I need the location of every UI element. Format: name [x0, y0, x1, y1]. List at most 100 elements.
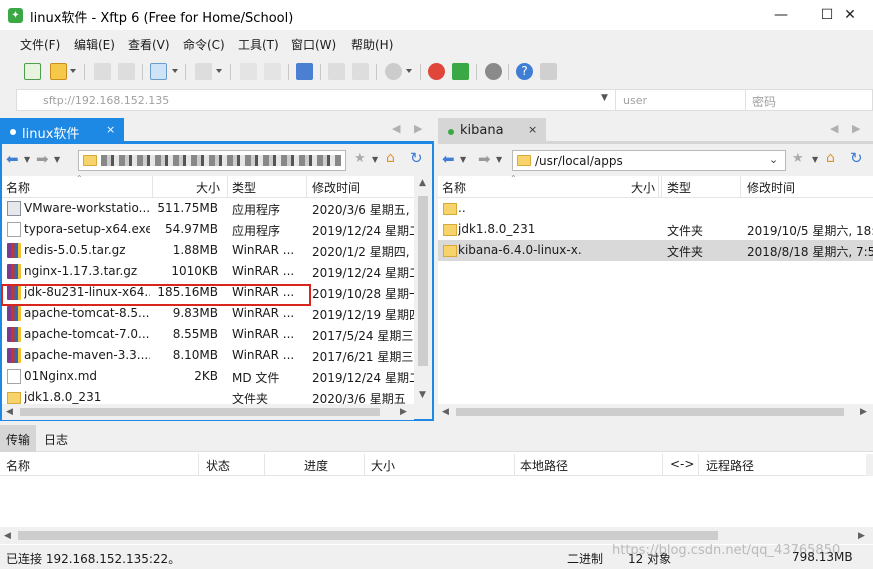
tab-linux-software[interactable]: linux软件 × — [0, 118, 124, 144]
left-vscroll-thumb[interactable] — [418, 196, 428, 366]
bookmark-star-icon[interactable]: ★ — [792, 151, 804, 166]
tab-kibana[interactable]: kibana × — [438, 118, 546, 144]
chat-icon[interactable] — [540, 63, 557, 80]
close-tab-icon[interactable]: × — [106, 123, 115, 136]
list-item[interactable]: apache-tomcat-8.5.... 9.83MB WinRAR ... 201… — [2, 303, 414, 324]
back-icon[interactable]: ⬅ — [6, 150, 19, 168]
scroll-left-icon[interactable]: ◀ — [442, 407, 449, 417]
col-type[interactable]: 类型 — [232, 179, 256, 196]
menu-command[interactable]: 命令(C) — [183, 36, 225, 53]
col-size[interactable]: 大小 — [196, 179, 220, 196]
user-input[interactable]: user — [623, 94, 647, 107]
scroll-up-icon[interactable]: ▲ — [419, 178, 426, 188]
transfer-hscrollbar[interactable]: ◀ ▶ — [0, 527, 873, 544]
forward-dropdown-icon[interactable]: ▼ — [54, 155, 60, 164]
xftp-icon[interactable] — [452, 63, 469, 80]
list-item[interactable]: redis-5.0.5.tar.gz 1.88MB WinRAR ... 2020/1… — [2, 240, 414, 261]
copy-icon[interactable] — [328, 63, 345, 80]
list-item[interactable]: nginx-1.17.3.tar.gz 1010KB WinRAR ... 2019/… — [2, 261, 414, 282]
menu-window[interactable]: 窗口(W) — [291, 36, 336, 53]
disconnect-icon[interactable] — [118, 63, 135, 80]
menu-view[interactable]: 查看(V) — [128, 36, 170, 53]
list-item[interactable]: kibana-6.4.0-linux-x... 文件夹 2018/8/18 星期六,… — [438, 240, 873, 261]
left-hscroll-thumb[interactable] — [20, 408, 380, 416]
open-folder-icon[interactable] — [50, 63, 67, 80]
refresh-icon[interactable]: ↻ — [850, 149, 863, 167]
col-name[interactable]: 名称 — [6, 179, 30, 196]
back-dropdown-icon[interactable]: ▼ — [460, 155, 466, 164]
list-item[interactable]: apache-tomcat-7.0.... 8.55MB WinRAR ... 201… — [2, 324, 414, 345]
tab-transfer[interactable]: 传输 — [0, 425, 36, 452]
home-icon[interactable]: ⌂ — [386, 150, 395, 166]
file-icon[interactable] — [264, 63, 281, 80]
col-modified[interactable]: 修改时间 — [312, 179, 360, 196]
col-t-name[interactable]: 名称 — [6, 457, 30, 474]
password-input[interactable]: 密码 — [752, 93, 776, 110]
left-hscrollbar[interactable]: ◀ ▶ — [2, 404, 414, 420]
left-vscrollbar[interactable]: ▲ ▼ — [414, 176, 432, 404]
forward-icon[interactable]: ➡ — [36, 150, 49, 168]
right-hscrollbar[interactable]: ◀ ▶ — [438, 404, 873, 420]
scroll-right-icon[interactable]: ▶ — [860, 407, 867, 417]
terminal-icon[interactable] — [195, 63, 212, 80]
list-item[interactable]: jdk1.8.0_231 文件夹 2019/10/5 星期六, 18:2 — [438, 219, 873, 240]
list-item[interactable]: 01Nginx.md 2KB MD 文件 2019/12/24 星期二 — [2, 366, 414, 387]
list-item[interactable]: .. — [438, 198, 873, 219]
home-icon[interactable]: ⌂ — [826, 150, 835, 166]
col-modified[interactable]: 修改时间 — [747, 179, 795, 196]
bookmark-star-icon[interactable]: ★ — [354, 151, 366, 166]
list-item[interactable]: apache-maven-3.3.... 8.10MB WinRAR ... 2017… — [2, 345, 414, 366]
minimize-button[interactable]: — — [758, 0, 804, 30]
scroll-down-icon[interactable]: ▼ — [419, 390, 426, 400]
list-item[interactable]: VMware-workstatio... 511.75MB 应用程序 2020/3/6… — [2, 198, 414, 219]
scroll-left-icon[interactable]: ◀ — [6, 407, 13, 417]
menu-help[interactable]: 帮助(H) — [351, 36, 393, 53]
left-path-input[interactable] — [78, 150, 346, 171]
col-t-local[interactable]: 本地路径 — [520, 457, 568, 474]
close-tab-icon[interactable]: × — [528, 123, 537, 136]
globe-icon[interactable] — [385, 63, 402, 80]
transfer-hscroll-thumb[interactable] — [18, 531, 718, 540]
refresh-icon[interactable]: ↻ — [410, 149, 423, 167]
forward-dropdown-icon[interactable]: ▼ — [496, 155, 502, 164]
properties-icon[interactable] — [240, 63, 257, 80]
host-dropdown-icon[interactable]: ▼ — [601, 93, 608, 103]
col-type[interactable]: 类型 — [667, 179, 691, 196]
forward-icon[interactable]: ➡ — [478, 150, 491, 168]
gear-icon[interactable] — [485, 63, 502, 80]
paste-icon[interactable] — [352, 63, 369, 80]
col-t-remote[interactable]: 远程路径 — [706, 457, 754, 474]
right-hscroll-thumb[interactable] — [456, 408, 844, 416]
col-t-size[interactable]: 大小 — [371, 457, 395, 474]
tab-log[interactable]: 日志 — [44, 431, 68, 448]
back-icon[interactable]: ⬅ — [442, 150, 455, 168]
transfer-mode[interactable]: 二进制 — [567, 550, 603, 567]
help-icon[interactable]: ? — [516, 63, 533, 80]
list-item[interactable]: typora-setup-x64.exe 54.97MB 应用程序 2019/12/2… — [2, 219, 414, 240]
tab-scroll-left-icon[interactable]: ◀ — [830, 122, 838, 135]
xshell-icon[interactable] — [428, 63, 445, 80]
back-dropdown-icon[interactable]: ▼ — [24, 155, 30, 164]
col-t-status[interactable]: 状态 — [206, 457, 230, 474]
bookmark-dropdown-icon[interactable]: ▼ — [812, 155, 818, 164]
menu-edit[interactable]: 编辑(E) — [74, 36, 115, 53]
path-dropdown-icon[interactable]: ⌄ — [769, 153, 778, 166]
connect-icon[interactable] — [94, 63, 111, 80]
close-button[interactable]: ✕ — [827, 0, 873, 30]
host-input[interactable]: sftp://192.168.152.135 — [43, 94, 169, 107]
transfer-icon[interactable] — [296, 63, 313, 80]
col-name[interactable]: 名称 — [442, 179, 466, 196]
tab-scroll-right-icon[interactable]: ▶ — [414, 122, 422, 135]
tab-scroll-right-icon[interactable]: ▶ — [852, 122, 860, 135]
scroll-right-icon[interactable]: ▶ — [400, 407, 407, 417]
col-t-progress[interactable]: 进度 — [304, 457, 328, 474]
tab-scroll-left-icon[interactable]: ◀ — [392, 122, 400, 135]
col-size[interactable]: 大小 — [631, 179, 655, 196]
menu-tools[interactable]: 工具(T) — [238, 36, 279, 53]
menu-file[interactable]: 文件(F) — [20, 36, 60, 53]
scroll-left-icon[interactable]: ◀ — [4, 531, 11, 541]
scroll-right-icon[interactable]: ▶ — [858, 531, 865, 541]
right-path-input[interactable]: /usr/local/apps ⌄ — [512, 150, 786, 171]
new-session-icon[interactable] — [24, 63, 41, 80]
col-t-dir[interactable]: <-> — [670, 457, 694, 471]
